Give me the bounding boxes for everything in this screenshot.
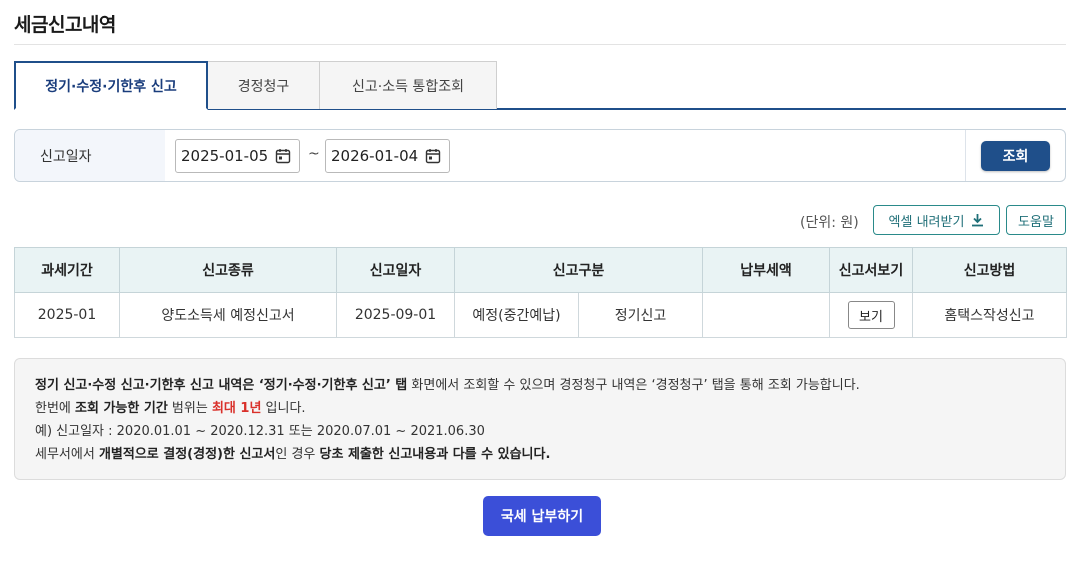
notice-text: 입니다. (261, 401, 306, 416)
notice-line: 한번에 조회 가능한 기간 범위는 최대 1년 입니다. (35, 397, 1065, 420)
table-header-row: 과세기간 신고종류 신고일자 신고구분 납부세액 신고서보기 신고방법 (14, 247, 1067, 293)
help-button[interactable]: 도움말 (1006, 205, 1066, 235)
header-view-report: 신고서보기 (829, 247, 913, 293)
unit-label: (단위: 원) (800, 215, 859, 231)
cell-report-method: 홈택스작성신고 (912, 292, 1067, 338)
notice-text: 한번에 (35, 401, 76, 416)
search-divider (965, 130, 966, 181)
notice-line: 예) 신고일자 : 2020.01.01 ~ 2020.12.31 또는 202… (35, 424, 485, 439)
search-panel: 신고일자 2025-01-05 ~ 2026-01-04 조회 (14, 129, 1066, 182)
notice-line: 정기 신고·수정 신고·기한후 신고 내역은 ‘정기·수정·기한후 신고’ 탭 … (35, 374, 1065, 397)
download-icon (972, 214, 984, 227)
tab-report-income-lookup[interactable]: 신고·소득 통합조회 (319, 61, 497, 109)
search-button[interactable]: 조회 (981, 141, 1050, 171)
view-report-button[interactable]: 보기 (847, 301, 895, 329)
header-tax-amount: 납부세액 (702, 247, 830, 293)
start-date-input[interactable]: 2025-01-05 (175, 139, 300, 173)
end-date-input[interactable]: 2026-01-04 (325, 139, 450, 173)
excel-download-label: 엑셀 내려받기 (888, 214, 965, 230)
notice-line: 세무서에서 개별적으로 결정(경정)한 신고서인 경우 당초 제출한 신고내용과… (35, 443, 1065, 466)
header-tax-period: 과세기간 (14, 247, 120, 293)
notice-text: 인 경우 (275, 447, 320, 462)
table-row: 2025-01 양도소득세 예정신고서 2025-09-01 예정(중간예납) … (14, 292, 1067, 338)
header-report-date: 신고일자 (336, 247, 455, 293)
date-range-separator: ~ (308, 146, 320, 162)
notice-text: 범위는 (167, 401, 212, 416)
cell-report-type: 양도소득세 예정신고서 (119, 292, 337, 338)
title-divider (14, 44, 1066, 45)
cell-category-primary: 예정(중간예납) (454, 292, 579, 338)
tab-correction-claim[interactable]: 경정청구 (207, 61, 320, 109)
tab-bar: 신고·소득 통합조회 경정청구 정기·수정·기한후 신고 (14, 61, 1066, 110)
header-report-type: 신고종류 (119, 247, 337, 293)
tab-label: 신고·소득 통합조회 (352, 78, 464, 95)
notice-text: 당초 제출한 신고내용과 다를 수 있습니다. (319, 447, 551, 462)
tab-regular-amended-late-report[interactable]: 정기·수정·기한후 신고 (14, 61, 208, 110)
cell-tax-period: 2025-01 (14, 292, 120, 338)
notice-text: 정기 신고·수정 신고·기한후 신고 내역은 ‘정기·수정·기한후 신고’ 탭 (35, 378, 408, 393)
search-date-label: 신고일자 (15, 130, 165, 181)
notice-text: 조회 가능한 기간 (75, 401, 168, 416)
header-report-method: 신고방법 (912, 247, 1067, 293)
cell-report-date: 2025-09-01 (336, 292, 455, 338)
excel-download-button[interactable]: 엑셀 내려받기 (873, 205, 1000, 235)
report-history-table: 과세기간 신고종류 신고일자 신고구분 납부세액 신고서보기 신고방법 2025… (14, 247, 1067, 338)
tab-label: 경정청구 (237, 78, 290, 95)
tab-label: 정기·수정·기한후 신고 (45, 78, 177, 95)
notice-text: 화면에서 조회할 수 있으며 경정청구 내역은 ‘경정청구’ 탭을 통해 조회 … (407, 378, 860, 393)
page-title: 세금신고내역 (14, 14, 116, 36)
end-date-value: 2026-01-04 (331, 147, 419, 165)
start-date-value: 2025-01-05 (181, 147, 269, 165)
calendar-icon[interactable] (425, 148, 441, 164)
notice-box: 정기 신고·수정 신고·기한후 신고 내역은 ‘정기·수정·기한후 신고’ 탭 … (14, 358, 1066, 480)
pay-national-tax-button[interactable]: 국세 납부하기 (483, 496, 601, 536)
notice-text: 개별적으로 결정(경정)한 신고서 (98, 447, 276, 462)
notice-text: 세무서에서 (35, 447, 99, 462)
calendar-icon[interactable] (275, 148, 291, 164)
cell-tax-amount (702, 292, 830, 338)
cell-view: 보기 (829, 292, 913, 338)
header-report-category: 신고구분 (454, 247, 703, 293)
notice-highlight: 최대 1년 (211, 401, 262, 416)
cell-category-secondary: 정기신고 (578, 292, 703, 338)
